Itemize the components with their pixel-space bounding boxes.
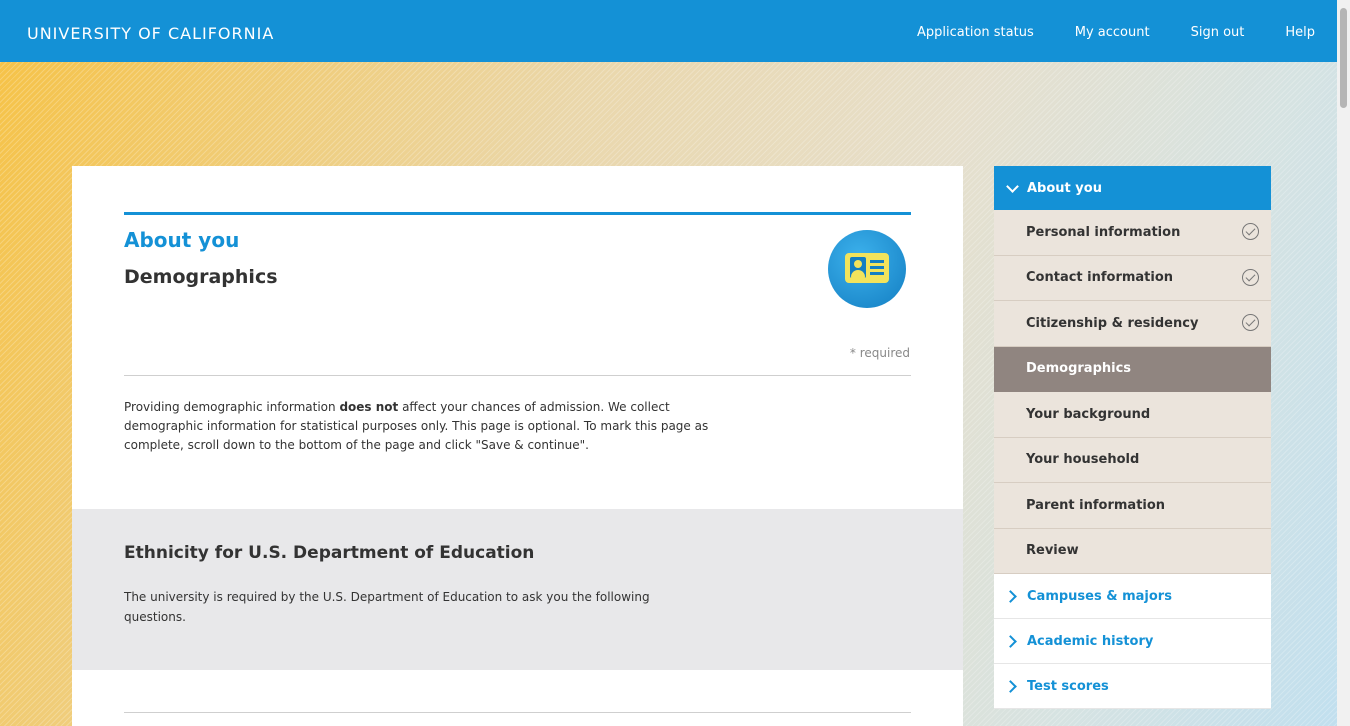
checkmark-circle-icon [1242, 314, 1259, 331]
chevron-right-icon [1004, 634, 1017, 648]
chevron-right-icon [1004, 589, 1017, 603]
sidebar-item-parent-information[interactable]: Parent information [994, 483, 1271, 529]
sidebar-section-about-you[interactable]: About you [994, 166, 1271, 210]
id-card-icon [828, 230, 906, 308]
sidebar-item-personal-information[interactable]: Personal information [994, 210, 1271, 256]
sidebar-section-label: Campuses & majors [1027, 588, 1172, 604]
sidebar-item-label: Citizenship & residency [1026, 315, 1199, 331]
sidebar-item-label: Review [1026, 543, 1079, 559]
sidebar-item-label: Parent information [1026, 497, 1166, 513]
page-title: Demographics [124, 266, 278, 288]
sidebar-section-academic-history[interactable]: Academic history [994, 619, 1271, 664]
chevron-right-icon [1004, 679, 1017, 693]
divider [124, 375, 911, 376]
brand-name[interactable]: UNIVERSITY OF CALIFORNIA [27, 24, 274, 43]
sidebar-section-test-scores[interactable]: Test scores [994, 664, 1271, 709]
nav-help[interactable]: Help [1285, 25, 1315, 40]
sidebar-item-label: Demographics [1026, 361, 1132, 377]
nav-my-account[interactable]: My account [1075, 25, 1150, 40]
ethnicity-section: Ethnicity for U.S. Department of Educati… [72, 509, 963, 670]
required-note: * required [849, 346, 910, 360]
sidebar-item-label: Personal information [1026, 224, 1181, 240]
sidebar-item-demographics[interactable]: Demographics [994, 346, 1271, 392]
nav-sign-out[interactable]: Sign out [1191, 25, 1245, 40]
sidebar-section-label: Test scores [1027, 678, 1109, 694]
sidebar-item-your-background[interactable]: Your background [994, 392, 1271, 438]
sidebar-item-your-household[interactable]: Your household [994, 437, 1271, 483]
sidebar-section-label: About you [1027, 180, 1102, 196]
intro-text: Providing demographic information does n… [124, 398, 734, 455]
intro-text-start: Providing demographic information [124, 400, 340, 414]
ethnicity-description: The university is required by the U.S. D… [124, 590, 650, 624]
section-title: About you [124, 228, 240, 252]
header-rule [124, 212, 911, 215]
intro-text-bold: does not [339, 400, 399, 414]
sidebar-section-campuses-majors[interactable]: Campuses & majors [994, 574, 1271, 619]
scrollbar[interactable] [1337, 0, 1350, 726]
sidebar-item-review[interactable]: Review [994, 528, 1271, 574]
nav-application-status[interactable]: Application status [917, 25, 1034, 40]
divider [124, 712, 911, 713]
scrollbar-thumb[interactable] [1340, 8, 1347, 108]
chevron-down-icon [1006, 179, 1019, 193]
main-card: About you Demographics * required Provid… [72, 166, 963, 726]
sidebar-nav: About you Personal information Contact i… [994, 166, 1271, 709]
ethnicity-title: Ethnicity for U.S. Department of Educati… [124, 543, 535, 563]
sidebar-item-label: Your household [1026, 452, 1140, 468]
top-bar: UNIVERSITY OF CALIFORNIA Application sta… [0, 0, 1337, 62]
checkmark-circle-icon [1242, 223, 1259, 240]
sidebar-item-contact-information[interactable]: Contact information [994, 255, 1271, 301]
sidebar-item-label: Contact information [1026, 270, 1174, 286]
sidebar-section-label: Academic history [1027, 633, 1154, 649]
checkmark-circle-icon [1242, 268, 1259, 286]
sidebar-item-label: Your background [1026, 406, 1151, 422]
sidebar-item-citizenship-residency[interactable]: Citizenship & residency [994, 301, 1271, 347]
top-nav: Application status My account Sign out H… [917, 25, 1315, 40]
